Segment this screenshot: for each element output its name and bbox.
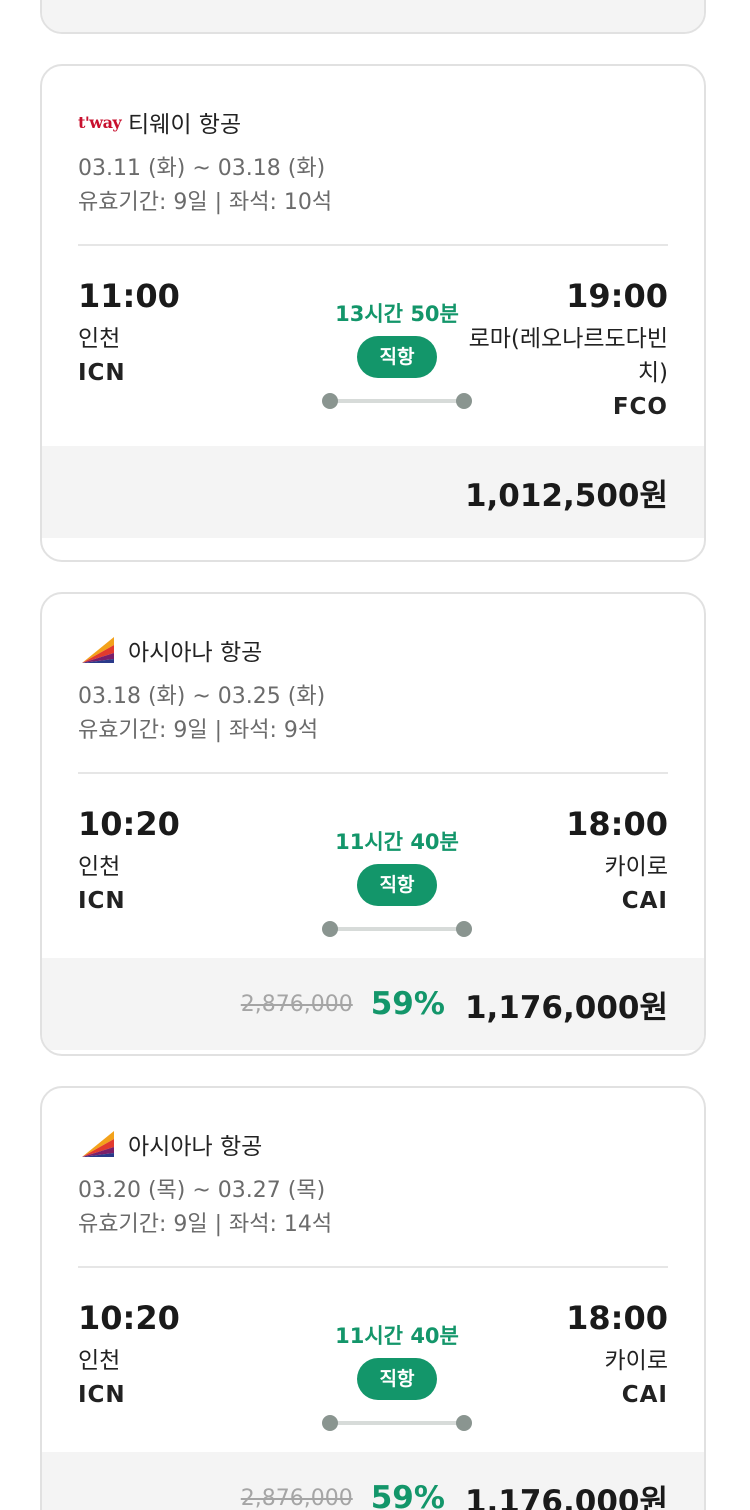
flight-duration: 11시간 40분 bbox=[335, 1324, 459, 1348]
departure-code: ICN bbox=[78, 360, 126, 386]
validity-seats: 유효기간: 9일 | 좌석: 14석 bbox=[78, 1212, 333, 1237]
departure-city: 인천 bbox=[78, 326, 121, 352]
airline-name: 티웨이 항공 bbox=[128, 112, 242, 138]
original-price: 2,876,000 bbox=[240, 1485, 353, 1510]
direct-badge: 직항 bbox=[357, 336, 437, 378]
arrival-city: 카이로 bbox=[604, 854, 668, 880]
discount-rate: 59% bbox=[370, 986, 445, 1022]
arrival-city-line1: 로마(레오나르도다빈 bbox=[468, 326, 668, 352]
airline-name: 아시아나 항공 bbox=[128, 1134, 263, 1160]
price: 1,176,000원 bbox=[464, 1483, 668, 1510]
arrival-city: 카이로 bbox=[604, 1348, 668, 1374]
flight-card[interactable]: 아시아나 항공 03.20 (목) ~ 03.27 (목) 유효기간: 9일 |… bbox=[40, 1086, 706, 1510]
arrival-time: 18:00 bbox=[566, 1299, 668, 1337]
arrival: 18:00 카이로 CAI bbox=[566, 1296, 668, 1412]
arrival-code: CAI bbox=[621, 888, 668, 914]
flight-duration-block: 11시간 40분 직항 bbox=[302, 1318, 492, 1432]
flight-card[interactable]: t'way 티웨이 항공 03.11 (화) ~ 03.18 (화) 유효기간:… bbox=[40, 64, 706, 562]
arrival-code: FCO bbox=[612, 394, 668, 420]
route-track-icon bbox=[322, 920, 472, 938]
flight-card[interactable]: 아시아나 항공 03.18 (화) ~ 03.25 (화) 유효기간: 9일 |… bbox=[40, 592, 706, 1056]
route-info: 10:20 인천 ICN 11시간 40분 직항 18:00 카이로 CAI bbox=[78, 774, 668, 958]
airline-name: 아시아나 항공 bbox=[128, 640, 263, 666]
travel-dates: 03.18 (화) ~ 03.25 (화) bbox=[78, 684, 326, 709]
price-bar: 2,876,000 59% 1,176,000원 bbox=[42, 1452, 704, 1510]
direct-badge: 직항 bbox=[357, 864, 437, 906]
departure: 10:20 인천 ICN bbox=[78, 802, 180, 918]
discount-rate: 59% bbox=[370, 1480, 445, 1510]
departure-time: 11:00 bbox=[78, 277, 180, 315]
travel-dates: 03.11 (화) ~ 03.18 (화) bbox=[78, 156, 326, 181]
tway-logo-text: t'way bbox=[78, 112, 122, 132]
departure: 10:20 인천 ICN bbox=[78, 1296, 180, 1412]
departure-code: ICN bbox=[78, 888, 126, 914]
arrival-code: CAI bbox=[621, 1382, 668, 1408]
price: 1,176,000원 bbox=[464, 989, 668, 1026]
airline-row: t'way 티웨이 항공 bbox=[78, 66, 668, 148]
departure-time: 10:20 bbox=[78, 805, 180, 843]
departure-city: 인천 bbox=[78, 854, 121, 880]
tway-logo-icon: t'way bbox=[78, 107, 122, 137]
arrival: 19:00 로마(레오나르도다빈 치) FCO bbox=[458, 274, 668, 424]
travel-dates: 03.20 (목) ~ 03.27 (목) bbox=[78, 1178, 326, 1203]
route-info: 10:20 인천 ICN 11시간 40분 직항 18:00 카이로 CAI bbox=[78, 1268, 668, 1452]
route-track-icon bbox=[322, 392, 472, 410]
price-bar: 2,876,000 59% 1,176,000원 bbox=[42, 958, 704, 1050]
departure-time: 10:20 bbox=[78, 1299, 180, 1337]
price: 1,012,500원 bbox=[464, 477, 668, 514]
arrival-city: 로마(레오나르도다빈 치) bbox=[458, 322, 668, 390]
flight-duration: 11시간 40분 bbox=[335, 830, 459, 854]
route-track-icon bbox=[322, 1414, 472, 1432]
departure-city: 인천 bbox=[78, 1348, 121, 1374]
asiana-logo-icon bbox=[78, 635, 118, 665]
price-bar: 1,012,500원 bbox=[42, 446, 704, 538]
flight-card-partial[interactable]: , bbox=[40, 0, 706, 34]
validity-seats: 유효기간: 9일 | 좌석: 9석 bbox=[78, 718, 319, 743]
flight-list-page: , t'way 티웨이 항공 03.11 (화) ~ 03.18 (화) 유효기… bbox=[0, 0, 750, 1510]
validity-seats: 유효기간: 9일 | 좌석: 10석 bbox=[78, 190, 333, 215]
departure-code: ICN bbox=[78, 1382, 126, 1408]
route-info: 11:00 인천 ICN 13시간 50분 직항 19:00 로마(레오나르도다… bbox=[78, 246, 668, 446]
arrival-city-line2: 치) bbox=[637, 360, 668, 386]
arrival: 18:00 카이로 CAI bbox=[566, 802, 668, 918]
airline-row: 아시아나 항공 bbox=[78, 594, 668, 676]
arrival-time: 18:00 bbox=[566, 805, 668, 843]
original-price: 2,876,000 bbox=[240, 991, 353, 1017]
arrival-time: 19:00 bbox=[566, 277, 668, 315]
airline-row: 아시아나 항공 bbox=[78, 1088, 668, 1170]
asiana-logo-icon bbox=[78, 1129, 118, 1159]
direct-badge: 직항 bbox=[357, 1358, 437, 1400]
flight-duration-block: 11시간 40분 직항 bbox=[302, 824, 492, 938]
departure: 11:00 인천 ICN bbox=[78, 274, 180, 390]
